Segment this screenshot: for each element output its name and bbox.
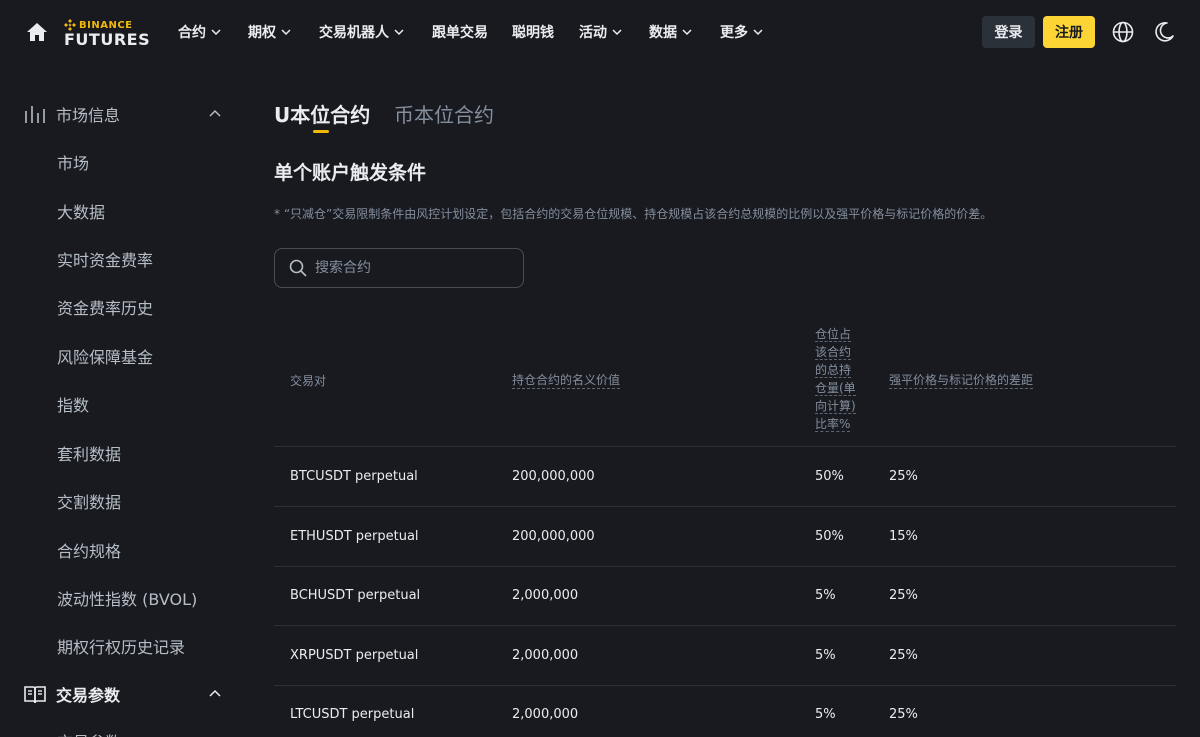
cell-diff: 25%: [889, 648, 918, 663]
nav-label: 跟单交易: [432, 25, 488, 41]
book-icon: [24, 686, 46, 704]
sidebar-item-realtime-funding[interactable]: 实时资金费率: [57, 247, 153, 271]
cell-symbol: LTCUSDT perpetual: [290, 707, 415, 722]
cell-ratio: 5%: [815, 648, 836, 663]
chevron-down-icon: [211, 29, 221, 36]
home-icon[interactable]: [26, 22, 48, 42]
top-nav-bar: BINANCE FUTURES 合约 期权 交易机器人 跟单交易 聪明钱 活动 …: [0, 0, 1200, 64]
header-notional-value[interactable]: 持仓合约的名义价值: [512, 371, 621, 389]
binance-futures-logo[interactable]: BINANCE FUTURES: [64, 19, 150, 48]
search-icon: [289, 259, 307, 277]
sidebar-item-index[interactable]: 指数: [57, 392, 89, 416]
cell-diff: 25%: [889, 588, 918, 603]
nav-label: 更多: [720, 25, 748, 41]
cell-ratio: 5%: [815, 588, 836, 603]
chevron-up-icon[interactable]: [207, 686, 223, 702]
header-position-ratio-text: 仓位占该合约的总持仓量(单向计算)比率%: [815, 327, 856, 432]
sidebar-item-market[interactable]: 市场: [57, 150, 89, 174]
sidebar-group-trading-params[interactable]: 交易参数: [24, 682, 120, 706]
nav-trading-bots[interactable]: 交易机器人: [319, 22, 405, 42]
chevron-down-icon: [753, 29, 763, 36]
nav-smart-money[interactable]: 聪明钱: [512, 22, 554, 42]
header-symbol: 交易对: [290, 374, 327, 388]
sidebar-item-trading-params[interactable]: 交易参数: [57, 729, 121, 737]
cell-notional: 200,000,000: [512, 529, 595, 544]
sidebar-group-label: 市场信息: [56, 106, 121, 125]
cell-symbol: XRPUSDT perpetual: [290, 648, 419, 663]
cell-diff: 25%: [889, 707, 918, 722]
table-divider: [274, 506, 1176, 507]
sidebar-item-options-exercise[interactable]: 期权行权历史记录: [57, 634, 185, 658]
globe-icon[interactable]: [1112, 21, 1134, 43]
cell-notional: 200,000,000: [512, 469, 595, 484]
nav-activities[interactable]: 活动: [579, 22, 623, 42]
table-divider: [274, 685, 1176, 686]
reduce-only-note: * “只减仓”交易限制条件由风控计划设定，包括合约的交易仓位规模、持仓规模占该合…: [274, 207, 993, 221]
search-box[interactable]: [274, 248, 524, 288]
nav-label: 聪明钱: [512, 25, 554, 41]
moon-icon[interactable]: [1153, 21, 1175, 43]
sidebar-item-arbitrage[interactable]: 套利数据: [57, 441, 121, 465]
nav-label: 活动: [579, 25, 607, 41]
search-input[interactable]: [315, 260, 505, 276]
tab-usdt-m[interactable]: U本位合约: [274, 99, 370, 128]
nav-data[interactable]: 数据: [649, 22, 693, 42]
table-divider: [274, 625, 1176, 626]
cell-notional: 2,000,000: [512, 707, 579, 722]
nav-contracts[interactable]: 合约: [178, 22, 222, 42]
sidebar-item-bvol[interactable]: 波动性指数 (BVOL): [57, 586, 197, 610]
cell-notional: 2,000,000: [512, 648, 579, 663]
sidebar-item-insurance-fund[interactable]: 风险保障基金: [57, 344, 153, 368]
cell-diff: 25%: [889, 469, 918, 484]
nav-more[interactable]: 更多: [720, 22, 764, 42]
login-button[interactable]: 登录: [982, 16, 1035, 48]
tab-coin-m[interactable]: 币本位合约: [394, 99, 494, 128]
active-tab-indicator: [313, 130, 329, 133]
cell-diff: 15%: [889, 529, 918, 544]
chevron-down-icon: [682, 29, 692, 36]
nav-label: 数据: [649, 25, 677, 41]
nav-options[interactable]: 期权: [248, 22, 292, 42]
nav-label: 合约: [178, 25, 206, 41]
chevron-down-icon: [281, 29, 291, 36]
cell-ratio: 50%: [815, 469, 844, 484]
chevron-down-icon: [612, 29, 622, 36]
table-divider: [274, 566, 1176, 567]
header-liq-mark-diff[interactable]: 强平价格与标记价格的差距: [889, 371, 1034, 389]
cell-ratio: 5%: [815, 707, 836, 722]
cell-ratio: 50%: [815, 529, 844, 544]
sidebar: 市场信息 市场 大数据 实时资金费率 资金费率历史 风险保障基金 指数 套利数据…: [0, 88, 250, 737]
sidebar-group-label: 交易参数: [56, 686, 121, 705]
table-divider: [274, 446, 1176, 447]
bar-chart-icon: [25, 106, 45, 123]
logo-product-text: FUTURES: [64, 30, 151, 49]
nav-label: 期权: [248, 25, 276, 41]
cell-symbol: ETHUSDT perpetual: [290, 529, 419, 544]
section-title: 单个账户触发条件: [274, 162, 427, 184]
nav-copy-trading[interactable]: 跟单交易: [432, 22, 488, 42]
sidebar-item-contract-specs[interactable]: 合约规格: [57, 538, 121, 562]
logo-brand-text: BINANCE: [79, 19, 133, 31]
header-position-ratio[interactable]: 仓位占该合约的总持仓量(单向计算)比率%: [815, 325, 859, 433]
chevron-up-icon[interactable]: [207, 106, 223, 122]
sidebar-group-market-info[interactable]: 市场信息: [24, 102, 120, 126]
register-button[interactable]: 注册: [1043, 16, 1095, 48]
cell-symbol: BCHUSDT perpetual: [290, 588, 421, 603]
chevron-down-icon: [394, 29, 404, 36]
nav-label: 交易机器人: [319, 25, 389, 41]
sidebar-item-delivery[interactable]: 交割数据: [57, 489, 121, 513]
cell-symbol: BTCUSDT perpetual: [290, 469, 418, 484]
sidebar-item-big-data[interactable]: 大数据: [57, 199, 105, 223]
sidebar-item-funding-history[interactable]: 资金费率历史: [57, 295, 153, 319]
cell-notional: 2,000,000: [512, 588, 579, 603]
